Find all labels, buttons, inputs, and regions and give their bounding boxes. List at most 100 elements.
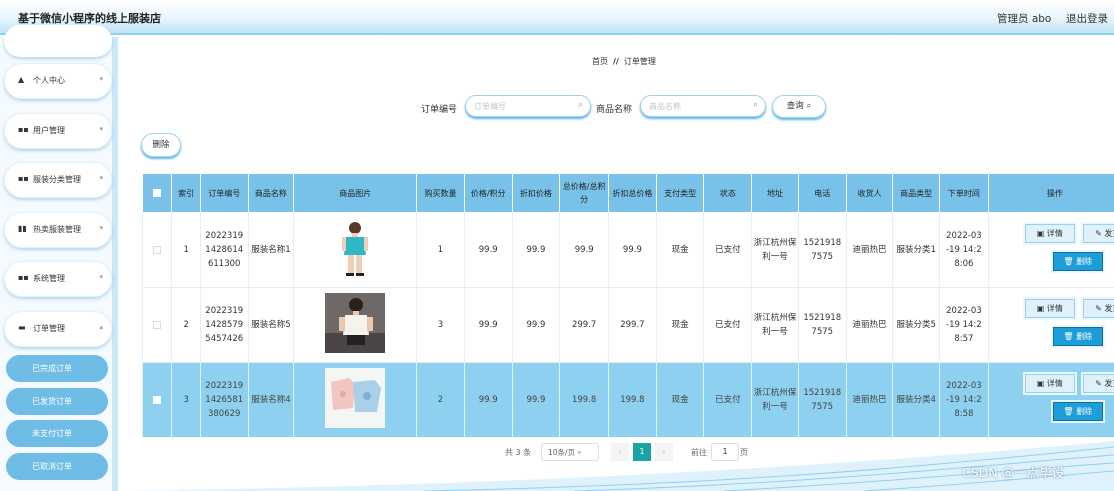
order-number-label: 订单编号 — [421, 105, 458, 115]
column-header: 折扣价格 — [511, 173, 561, 213]
status-cell: 已支付 — [703, 287, 753, 363]
sidebar-item-label: 热卖服装管理 — [33, 225, 81, 234]
receiver-cell: 迪丽热巴 — [845, 287, 894, 363]
ship-button[interactable]: ✎ 发货 — [1082, 299, 1114, 318]
order-number-input[interactable]: 订单编号 ⌕ — [465, 95, 591, 117]
delete-button[interactable]: 🗑 删除 — [1052, 327, 1103, 346]
sidebar-item-system-management[interactable]: ▪▪ 系统管理 ▾ — [4, 261, 112, 297]
address-cell: 浙江杭州保利一号 — [751, 212, 799, 288]
detail-label: 详情 — [1046, 379, 1063, 388]
phone-cell: 1521918 7575 — [797, 212, 847, 288]
select-all-checkbox[interactable] — [153, 189, 162, 197]
sidebar-item-order-management[interactable]: ▬ 订单管理 ▴ — [4, 311, 112, 347]
receiver-cell: 迪丽热巴 — [845, 212, 894, 288]
chevron-down-icon: ▾ — [99, 75, 103, 83]
table-header-row: 索引 订单编号 商品名称 商品图片 购买数量 价格/积分 折扣价格 总价格/总积… — [142, 173, 1114, 213]
batch-delete-button[interactable]: 删除 — [141, 133, 181, 157]
query-button-label: 查询 — [786, 101, 804, 111]
submenu-unpaid-orders[interactable]: 未支付订单 — [6, 420, 108, 447]
product-name-input[interactable]: 商品名称 ⌕ — [640, 95, 766, 117]
submenu-shipped-orders[interactable]: 已发货订单 — [6, 388, 108, 415]
query-button[interactable]: 查询 ⌕ — [772, 95, 826, 118]
detail-button[interactable]: ▣ 详情 — [1024, 374, 1075, 393]
cart-icon: ▬ — [18, 323, 26, 332]
payment-type-cell: 现金 — [655, 362, 705, 437]
sidebar-item-category-management[interactable]: ▪▪ 服装分类管理 ▾ — [4, 162, 112, 198]
goto-page-input[interactable]: 1 — [711, 443, 739, 461]
prev-page-button[interactable]: ‹ — [611, 443, 629, 461]
sidebar-item-partial[interactable] — [4, 25, 112, 57]
ship-label: 发货 — [1104, 379, 1114, 388]
product-image-cell — [293, 287, 418, 363]
order-number-cell: 2022319 1428614 611300 — [199, 212, 249, 288]
row-checkbox[interactable] — [153, 245, 162, 254]
delete-button[interactable]: 🗑 删除 — [1052, 252, 1103, 271]
discount-total-cell: 199.8 — [608, 362, 657, 437]
delete-button[interactable]: 🗑 删除 — [1052, 402, 1103, 421]
detail-button[interactable]: ▣ 详情 — [1024, 299, 1075, 318]
product-image — [325, 367, 386, 428]
status-cell: 已支付 — [703, 362, 753, 437]
order-number-cell: 2022319 1428579 5457426 — [199, 287, 249, 363]
column-header: 电话 — [797, 173, 847, 213]
sidebar-item-label: 用户管理 — [33, 126, 65, 135]
actions-cell: ▣ 详情 ✎ 发货 🗑 删除 — [987, 362, 1114, 437]
grid-icon: ▪▪ — [18, 273, 29, 282]
chevron-down-icon: ▾ — [99, 125, 103, 133]
column-header: 价格/积分 — [463, 173, 513, 213]
product-image-cell — [293, 212, 418, 288]
ship-button[interactable]: ✎ 发货 — [1082, 374, 1114, 393]
sidebar-item-label: 订单管理 — [33, 324, 65, 333]
watermark: CSDN @一点毕设 — [962, 465, 1065, 480]
logout-link[interactable]: 退出登录 — [1066, 11, 1108, 26]
select-all-cell — [142, 173, 173, 213]
sidebar-item-personal-center[interactable]: ▲ 个人中心 ▾ — [4, 63, 112, 99]
sidebar: ▲ 个人中心 ▾ ▪▪ 用户管理 ▾ ▪▪ 服装分类管理 ▾ ▮▮ 热卖服装管理… — [0, 25, 118, 491]
order-number-cell: 2022319 1426581 380629 — [199, 362, 249, 437]
discount-price-cell: 99.9 — [511, 287, 561, 363]
discount-total-cell: 99.9 — [608, 212, 657, 288]
submenu-completed-orders[interactable]: 已完成订单 — [6, 355, 108, 382]
sidebar-item-user-management[interactable]: ▪▪ 用户管理 ▾ — [4, 113, 112, 149]
chevron-down-icon: ▾ — [99, 273, 103, 281]
breadcrumb-separator: // — [613, 57, 619, 66]
person-icon: ▲ — [18, 75, 25, 84]
ship-button[interactable]: ✎ 发货 — [1082, 224, 1114, 243]
chevron-down-icon: ▾ — [99, 224, 103, 232]
sidebar-item-hot-clothing[interactable]: ▮▮ 热卖服装管理 ▾ — [4, 212, 112, 248]
sidebar-item-label: 个人中心 — [33, 76, 65, 85]
breadcrumb-home[interactable]: 首页 — [592, 57, 608, 66]
current-user: 管理员 abo — [997, 13, 1052, 25]
delete-label: 删除 — [1076, 407, 1093, 416]
index-cell: 3 — [171, 362, 201, 437]
row-checkbox[interactable] — [153, 395, 162, 404]
detail-button[interactable]: ▣ 详情 — [1024, 224, 1075, 243]
page-size-select[interactable]: 10条/页 ▾ — [541, 443, 599, 461]
table-row[interactable]: 2 2022319 1428579 5457426 服装名称5 3 99.9 9… — [142, 287, 1114, 363]
table-row[interactable]: 3 2022319 1426581 380629 服装名称4 2 99.9 99… — [142, 362, 1114, 437]
order-table: 索引 订单编号 商品名称 商品图片 购买数量 价格/积分 折扣价格 总价格/总积… — [142, 173, 1114, 437]
column-header: 商品类型 — [892, 173, 941, 213]
order-number-placeholder: 订单编号 — [474, 102, 506, 111]
price-cell: 99.9 — [463, 287, 513, 363]
chevron-down-icon: ▾ — [577, 448, 582, 457]
search-icon: ⌕ — [752, 100, 758, 110]
address-cell: 浙江杭州保利一号 — [751, 362, 799, 437]
receiver-cell: 迪丽热巴 — [845, 362, 894, 437]
row-checkbox[interactable] — [153, 320, 162, 329]
index-cell: 2 — [171, 287, 201, 363]
column-header: 状态 — [703, 173, 753, 213]
column-header: 商品图片 — [293, 173, 418, 213]
discount-price-cell: 99.9 — [511, 362, 561, 437]
product-name-cell: 服装名称5 — [247, 287, 295, 363]
table-row[interactable]: 1 2022319 1428614 611300 服装名称1 1 99.9 99… — [142, 212, 1114, 288]
quantity-cell: 3 — [416, 287, 465, 363]
ship-label: 发货 — [1104, 229, 1114, 238]
next-page-button[interactable]: › — [655, 443, 673, 461]
submenu-cancelled-orders[interactable]: 已取消订单 — [6, 453, 108, 480]
goto-label: 前往 — [691, 448, 707, 457]
category-cell: 服装分类4 — [892, 362, 941, 437]
product-image — [338, 218, 373, 277]
price-cell: 99.9 — [463, 212, 513, 288]
current-page-button[interactable]: 1 — [633, 443, 651, 461]
